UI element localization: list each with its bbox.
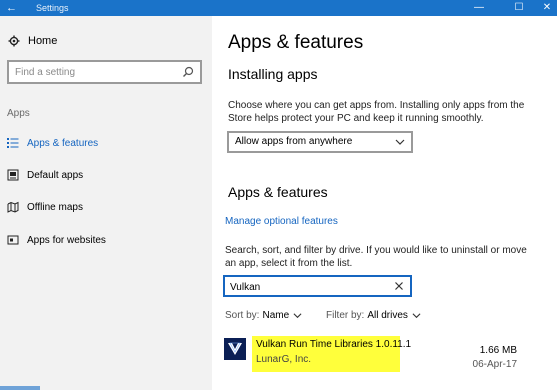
title-bar: ← Settings — ☐ ✕: [0, 0, 557, 16]
app-date: 06-Apr-17: [472, 359, 517, 370]
filter-value: All drives: [367, 310, 408, 321]
window-title: Settings: [36, 3, 69, 13]
find-setting-search[interactable]: [7, 60, 202, 84]
app-size: 1.66 MB: [479, 345, 517, 356]
list-icon: [7, 137, 19, 149]
clear-icon[interactable]: [393, 280, 405, 292]
taskbar-edge: [0, 386, 40, 390]
filter-by-control[interactable]: Filter by: All drives: [326, 310, 421, 321]
filter-label: Filter by:: [326, 310, 365, 321]
home-link[interactable]: Home: [8, 33, 57, 49]
close-button[interactable]: ✕: [530, 0, 557, 16]
sort-value: Name: [262, 310, 290, 321]
app-publisher: LunarG, Inc.: [256, 354, 312, 365]
chevron-down-icon: [395, 137, 405, 147]
app-search-input[interactable]: [230, 280, 390, 294]
home-label: Home: [28, 35, 58, 47]
search-icon[interactable]: [182, 66, 194, 78]
installing-apps-description: Choose where you can get apps from. Inst…: [228, 100, 525, 124]
sort-label: Sort by:: [225, 310, 260, 321]
sidebar-item-label: Offline maps: [27, 201, 83, 213]
list-item[interactable]: Vulkan Run Time Libraries 1.0.11.1 Lunar…: [212, 334, 557, 374]
sidebar-item-apps-for-websites[interactable]: Apps for websites: [0, 231, 212, 249]
sort-by-control[interactable]: Sort by: Name: [225, 310, 302, 321]
back-arrow-icon[interactable]: ←: [6, 1, 26, 15]
page-title: Apps & features: [228, 32, 364, 53]
apps-list-description: Search, sort, and filter by drive. If yo…: [225, 245, 527, 269]
app-name: Vulkan Run Time Libraries 1.0.11.1: [256, 339, 412, 350]
vulkan-app-icon: [224, 338, 246, 360]
map-icon: [7, 201, 19, 213]
section-label-apps: Apps: [7, 108, 30, 119]
installing-apps-heading: Installing apps: [228, 66, 318, 82]
search-input[interactable]: [15, 65, 175, 79]
sidebar-item-default-apps[interactable]: Default apps: [0, 166, 212, 184]
sidebar: Home Apps Apps & features Default apps O…: [0, 16, 212, 390]
manage-optional-features-link[interactable]: Manage optional features: [225, 216, 338, 227]
install-source-dropdown[interactable]: Allow apps from anywhere: [227, 131, 413, 153]
apps-features-heading: Apps & features: [228, 184, 328, 200]
sidebar-item-label: Apps for websites: [27, 234, 106, 246]
chevron-down-icon: [412, 311, 421, 320]
sidebar-item-label: Default apps: [27, 169, 84, 181]
dropdown-value: Allow apps from anywhere: [235, 136, 353, 147]
sidebar-item-label: Apps & features: [27, 137, 99, 149]
app-search-field[interactable]: [223, 275, 412, 297]
gear-icon: [8, 35, 20, 47]
minimize-button[interactable]: —: [462, 0, 496, 16]
chevron-down-icon: [293, 311, 302, 320]
sidebar-item-offline-maps[interactable]: Offline maps: [0, 198, 212, 216]
default-apps-icon: [7, 169, 19, 181]
sidebar-item-apps-features[interactable]: Apps & features: [0, 134, 212, 152]
web-app-icon: [7, 234, 19, 246]
main-content: Apps & features Installing apps Choose w…: [212, 16, 557, 390]
